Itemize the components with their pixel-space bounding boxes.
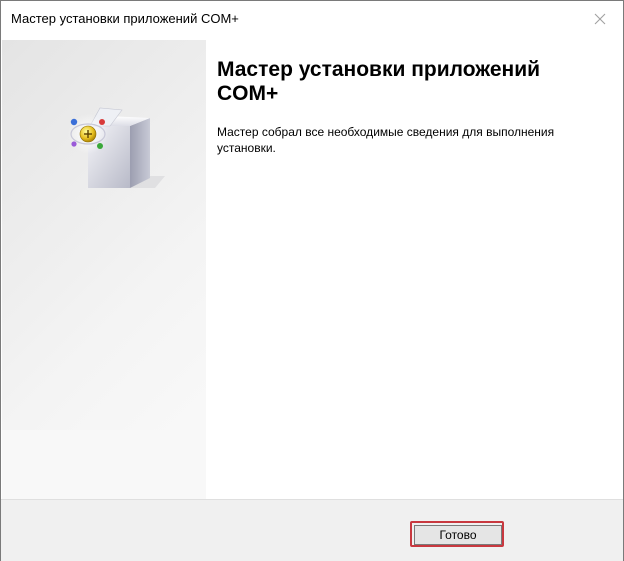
wizard-side-banner	[2, 40, 206, 499]
title-bar: Мастер установки приложений COM+	[1, 1, 623, 39]
close-icon	[594, 13, 606, 25]
finish-button[interactable]: Готово	[414, 525, 502, 545]
banner-lower-area	[2, 430, 206, 499]
button-bar: Готово	[1, 499, 623, 561]
wizard-content: Мастер установки приложений COM+ Мастер …	[207, 40, 623, 499]
completion-message: Мастер собрал все необходимые сведения д…	[217, 125, 555, 155]
close-button[interactable]	[583, 5, 617, 33]
finish-button-highlight: Готово	[410, 521, 504, 547]
com-package-box-icon	[68, 107, 165, 188]
page-heading: Мастер установки приложений COM+	[217, 58, 541, 105]
window-title: Мастер установки приложений COM+	[11, 11, 239, 26]
wizard-window: Мастер установки приложений COM+ Мастер …	[0, 0, 624, 561]
